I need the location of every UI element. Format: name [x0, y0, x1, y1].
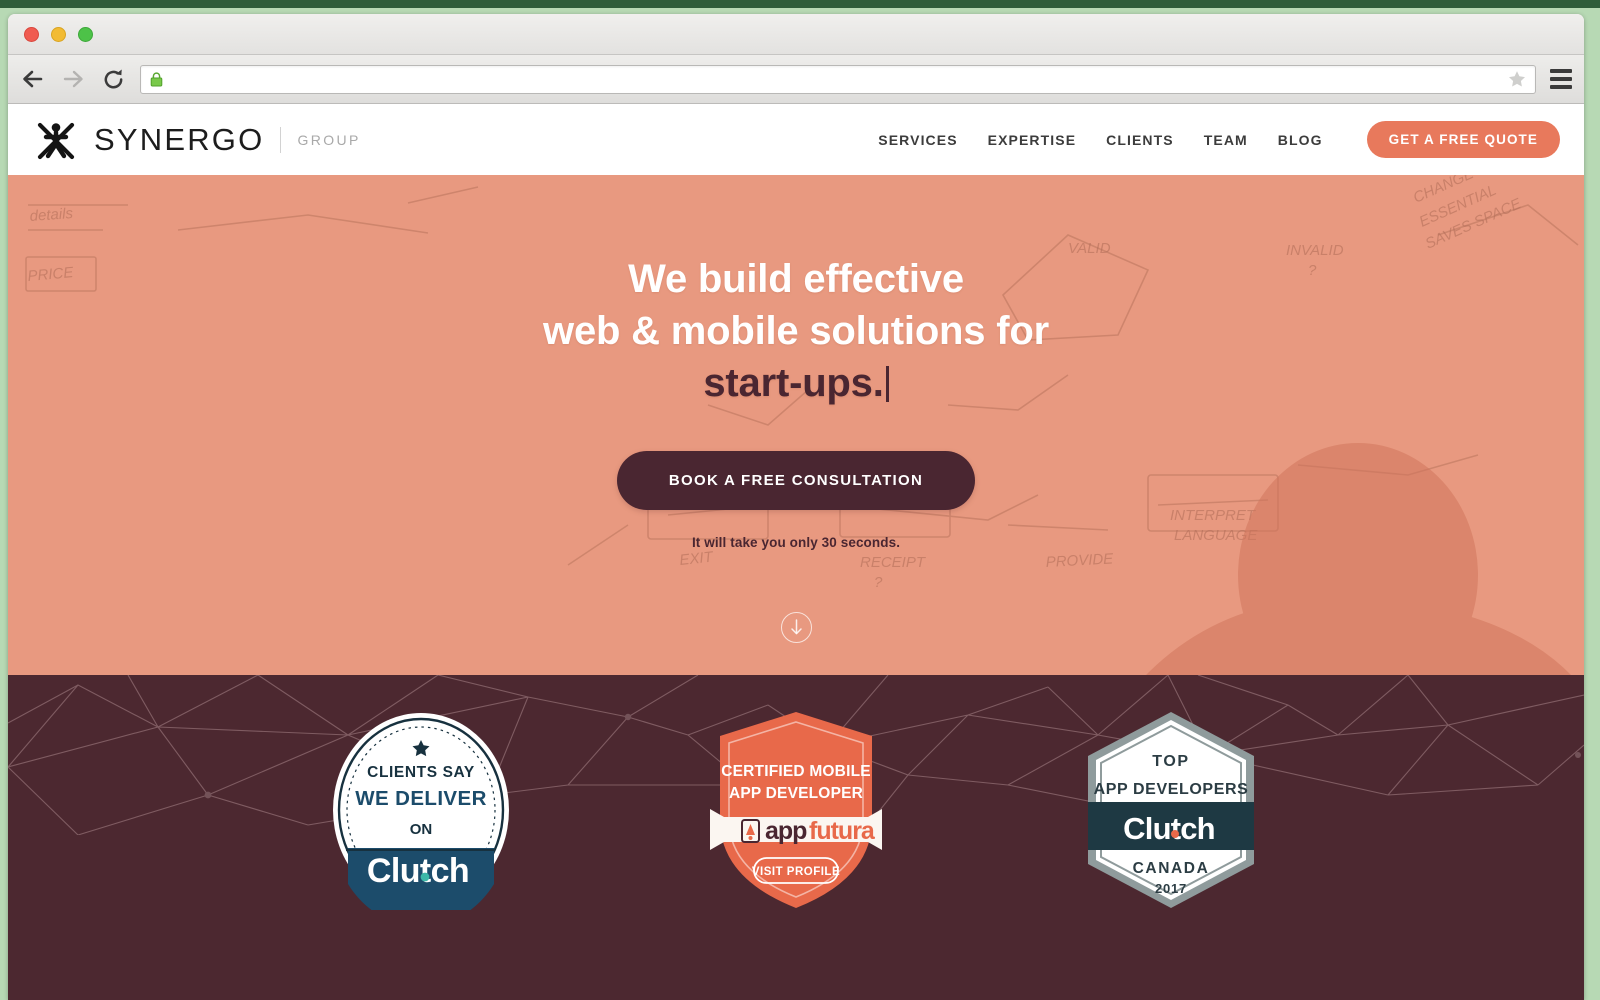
browser-titlebar — [8, 14, 1584, 55]
nav-item-services[interactable]: SERVICES — [878, 132, 957, 148]
hamburger-line — [1550, 85, 1572, 89]
secure-lock-icon — [149, 71, 164, 87]
appfutura-certified-badge-icon: CERTIFIED MOBILE APP DEVELOPER app futur… — [710, 712, 882, 908]
hero-section: details PRICE VALID INVALID ? EXIT RECEI… — [8, 175, 1584, 675]
typing-cursor — [885, 366, 889, 402]
badge2-line2: APP DEVELOPER — [729, 785, 863, 802]
brand-divider — [280, 126, 282, 153]
browser-window: SYNERGO GROUP SERVICES EXPERTISE CLIENTS… — [8, 14, 1584, 1000]
hero-content: We build effective web & mobile solution… — [8, 175, 1584, 675]
badge3-line3: CANADA — [1133, 860, 1210, 877]
bookmark-star-icon[interactable] — [1507, 69, 1527, 89]
page-viewport: SYNERGO GROUP SERVICES EXPERTISE CLIENTS… — [8, 104, 1584, 1000]
badge1-line3: ON — [410, 821, 433, 838]
brand-subtitle: GROUP — [297, 131, 361, 148]
arrow-down-icon — [790, 619, 802, 635]
awards-section: CLIENTS SAY WE DELIVER ON Clutch CERTIFI… — [8, 675, 1584, 1000]
badge2-brand-app: app — [765, 817, 807, 845]
address-bar[interactable] — [140, 64, 1536, 94]
badge2-line1: CERTIFIED MOBILE — [721, 763, 871, 780]
back-button[interactable] — [20, 66, 46, 92]
hero-subtext: It will take you only 30 seconds. — [691, 535, 901, 550]
close-window-button[interactable] — [24, 26, 39, 42]
main-navigation: SERVICES EXPERTISE CLIENTS TEAM BLOG GET… — [878, 121, 1560, 158]
minimize-window-button[interactable] — [51, 26, 66, 42]
reload-button[interactable] — [100, 66, 126, 92]
brand-name: SYNERGO — [94, 121, 265, 157]
badge1-line1: CLIENTS SAY — [367, 764, 475, 781]
badge1-line2: WE DELIVER — [355, 787, 487, 810]
awards-badges-row: CLIENTS SAY WE DELIVER ON Clutch CERTIFI… — [8, 675, 1584, 910]
hamburger-line — [1550, 77, 1572, 81]
scroll-down-button[interactable] — [780, 612, 812, 643]
badge2-cta: VISIT PROFILE — [752, 866, 840, 878]
hamburger-line — [1550, 69, 1572, 73]
badge3-brand: Clutch — [1123, 811, 1215, 846]
hero-headline-line-2: web & mobile solutions for — [543, 309, 1049, 353]
badge-appfutura-certified[interactable]: CERTIFIED MOBILE APP DEVELOPER app futur… — [696, 710, 896, 910]
badge1-brand: Clutch — [367, 852, 469, 890]
synergo-person-x-icon — [34, 118, 78, 162]
brand-logo[interactable]: SYNERGO GROUP — [34, 118, 361, 162]
badge-clutch-clients-say[interactable]: CLIENTS SAY WE DELIVER ON Clutch — [321, 710, 521, 910]
reload-icon — [104, 68, 122, 88]
window-controls — [24, 26, 93, 42]
get-a-free-quote-button[interactable]: GET A FREE QUOTE — [1366, 121, 1560, 158]
nav-item-blog[interactable]: BLOG — [1278, 132, 1323, 148]
nav-item-team[interactable]: TEAM — [1204, 132, 1248, 148]
forward-button[interactable] — [60, 66, 86, 92]
nav-item-clients[interactable]: CLIENTS — [1106, 132, 1174, 148]
book-a-free-consultation-button[interactable]: BOOK A FREE CONSULTATION — [616, 451, 976, 510]
clutch-top-app-developers-badge-icon: TOP APP DEVELOPERS Clutch CANADA 2017 — [1088, 712, 1254, 908]
maximize-window-button[interactable] — [78, 26, 93, 42]
badge-clutch-top-app-developers[interactable]: TOP APP DEVELOPERS Clutch CANADA 2017 — [1071, 710, 1271, 910]
nav-item-expertise[interactable]: EXPERTISE — [988, 132, 1076, 148]
clutch-clients-say-badge-icon: CLIENTS SAY WE DELIVER ON Clutch — [333, 713, 509, 910]
browser-menu-button[interactable] — [1550, 69, 1572, 89]
badge2-brand-futura: futura — [809, 817, 876, 845]
site-header: SYNERGO GROUP SERVICES EXPERTISE CLIENTS… — [8, 104, 1584, 175]
hero-headline-line-3: start-ups. — [703, 361, 884, 405]
badge3-line1: TOP — [1152, 753, 1189, 770]
back-arrow-icon — [23, 70, 43, 88]
hero-headline: We build effective web & mobile solution… — [543, 253, 1049, 409]
badge3-year: 2017 — [1155, 881, 1187, 896]
forward-arrow-icon — [63, 70, 83, 88]
hero-headline-line-1: We build effective — [628, 257, 964, 301]
badge3-line2: APP DEVELOPERS — [1094, 781, 1249, 798]
browser-toolbar — [8, 55, 1584, 104]
